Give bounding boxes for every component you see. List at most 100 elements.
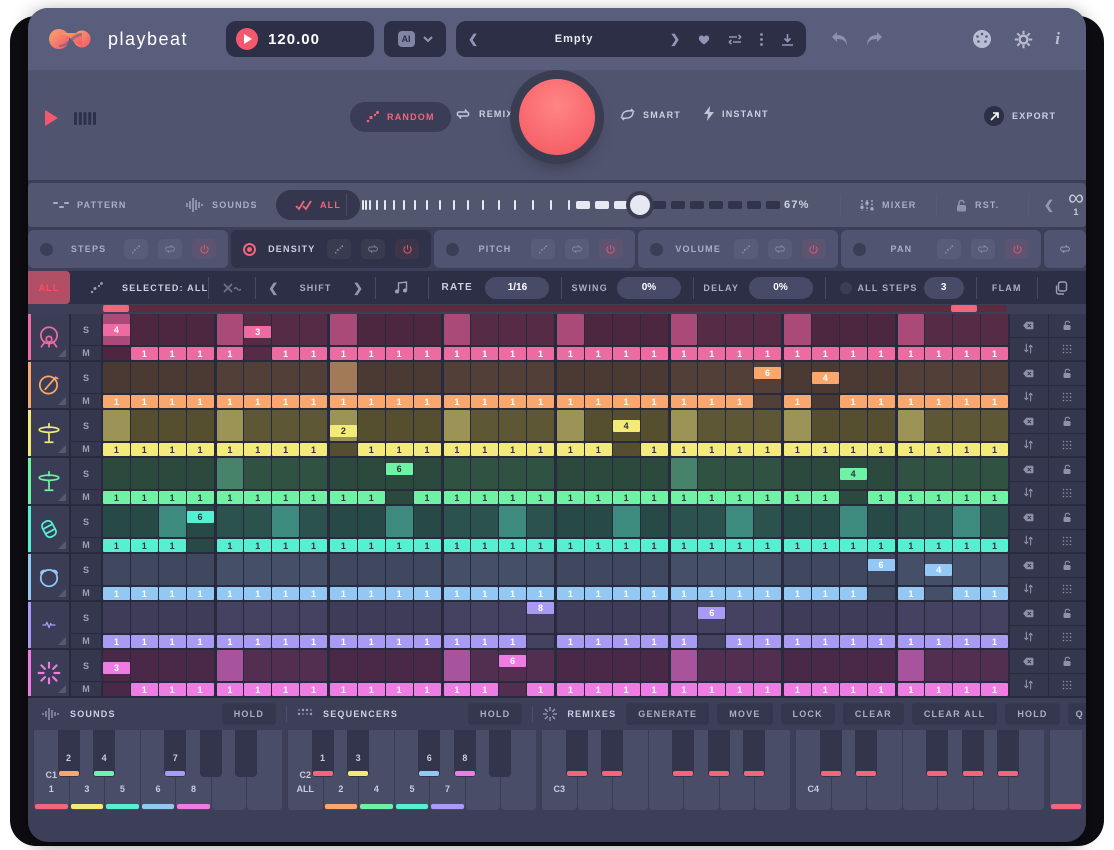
density-step-cell[interactable]	[330, 458, 357, 489]
piano-key-black[interactable]: 8	[454, 730, 476, 777]
density-step-cell[interactable]	[471, 650, 498, 681]
density-step-cell[interactable]	[330, 650, 357, 681]
random-preset-icon[interactable]	[728, 34, 742, 45]
mute-step-cell[interactable]: 1	[444, 683, 471, 696]
density-step-cell[interactable]	[527, 650, 554, 681]
density-step-cell[interactable]	[414, 506, 441, 537]
mute-step-cell[interactable]: 1	[613, 683, 640, 696]
mute-step-cell[interactable]	[868, 587, 895, 600]
density-step-cell[interactable]	[840, 410, 867, 441]
mute-step-cell[interactable]: 1	[557, 635, 584, 648]
mute-step-cell[interactable]	[330, 443, 357, 456]
density-step-cell[interactable]	[499, 602, 526, 633]
tab-power-icon[interactable]	[802, 239, 826, 259]
mute-step-cell[interactable]: 1	[300, 539, 327, 552]
tab-loop-icon[interactable]	[158, 239, 182, 259]
mute-step-cell[interactable]	[527, 635, 554, 648]
density-step-cell[interactable]	[187, 458, 214, 489]
mute-step-cell[interactable]: 1	[671, 443, 698, 456]
lock-track-icon[interactable]	[1049, 410, 1087, 433]
footer-button-clear-all[interactable]: CLEAR ALL	[912, 703, 997, 725]
density-step-cell[interactable]	[499, 314, 526, 345]
mute-step-cell[interactable]: 1	[557, 395, 584, 408]
all-steps-radio[interactable]	[840, 282, 852, 294]
mute-step-cell[interactable]: 1	[159, 587, 186, 600]
mute-step-cell[interactable]: 1	[981, 587, 1008, 600]
density-step-cell[interactable]	[444, 314, 471, 345]
density-step-cell[interactable]	[671, 410, 698, 441]
solo-button[interactable]: S	[71, 410, 101, 442]
density-step-cell[interactable]	[925, 602, 952, 633]
mute-step-cell[interactable]	[244, 347, 271, 360]
density-step-cell[interactable]: 4	[613, 410, 640, 441]
mute-step-cell[interactable]: 1	[300, 443, 327, 456]
density-step-cell[interactable]	[898, 506, 925, 537]
density-step-cell[interactable]	[641, 554, 668, 585]
mute-step-cell[interactable]: 1	[217, 539, 244, 552]
mute-step-cell[interactable]: 1	[868, 347, 895, 360]
mute-step-cell[interactable]: 1	[386, 683, 413, 696]
density-step-cell[interactable]	[244, 410, 271, 441]
mute-step-cell[interactable]: 1	[585, 635, 612, 648]
density-step-cell[interactable]	[444, 554, 471, 585]
mute-step-cell[interactable]: 1	[358, 683, 385, 696]
track-select-hihat-closed[interactable]	[28, 410, 69, 456]
density-step-cell[interactable]	[217, 410, 244, 441]
mute-step-cell[interactable]: 1	[244, 683, 271, 696]
step-value-badge[interactable]: 6	[868, 559, 895, 571]
density-step-cell[interactable]: 3	[103, 650, 130, 681]
density-step-cell[interactable]	[953, 362, 980, 393]
mute-step-cell[interactable]	[698, 635, 725, 648]
mute-step-cell[interactable]: 1	[527, 443, 554, 456]
density-step-cell[interactable]	[414, 410, 441, 441]
mute-step-cell[interactable]: 1	[953, 539, 980, 552]
mute-step-cell[interactable]: 1	[272, 635, 299, 648]
density-step-cell[interactable]	[527, 554, 554, 585]
track-select-tambourine[interactable]	[28, 554, 69, 600]
mute-step-cell[interactable]: 1	[131, 395, 158, 408]
mute-step-cell[interactable]: 1	[244, 587, 271, 600]
density-step-cell[interactable]	[784, 362, 811, 393]
density-step-cell[interactable]	[953, 458, 980, 489]
sounds-hold-button[interactable]: HOLD	[222, 703, 276, 725]
density-step-cell[interactable]	[698, 506, 725, 537]
density-step-cell[interactable]	[840, 650, 867, 681]
mute-step-cell[interactable]: 1	[527, 395, 554, 408]
density-step-cell[interactable]	[953, 554, 980, 585]
mute-step-cell[interactable]: 1	[925, 539, 952, 552]
mute-step-cell[interactable]: 1	[840, 443, 867, 456]
density-step-cell[interactable]: 6	[868, 554, 895, 585]
density-step-cell[interactable]	[726, 602, 753, 633]
mute-step-cell[interactable]: 1	[499, 587, 526, 600]
density-step-cell[interactable]	[925, 314, 952, 345]
mute-step-cell[interactable]: 1	[840, 587, 867, 600]
density-step-cell[interactable]	[444, 506, 471, 537]
tab-power-icon[interactable]	[1005, 239, 1029, 259]
density-step-cell[interactable]: 4	[840, 458, 867, 489]
info-icon[interactable]: i	[1055, 29, 1060, 49]
density-step-cell[interactable]	[244, 650, 271, 681]
mute-step-cell[interactable]: 1	[812, 539, 839, 552]
density-step-cell[interactable]	[358, 362, 385, 393]
mute-step-cell[interactable]: 1	[499, 347, 526, 360]
mute-step-cell[interactable]: 1	[244, 443, 271, 456]
mute-step-cell[interactable]	[499, 683, 526, 696]
density-step-cell[interactable]	[641, 458, 668, 489]
copy-icon[interactable]	[1038, 281, 1086, 295]
density-step-cell[interactable]	[103, 458, 130, 489]
density-step-cell[interactable]	[812, 458, 839, 489]
density-step-cell[interactable]: 6	[754, 362, 781, 393]
mute-step-cell[interactable]: 1	[698, 395, 725, 408]
density-step-cell[interactable]	[386, 602, 413, 633]
gear-icon[interactable]	[1014, 30, 1033, 49]
mute-step-cell[interactable]: 1	[187, 491, 214, 504]
density-step-cell[interactable]	[981, 362, 1008, 393]
mute-step-cell[interactable]: 1	[159, 395, 186, 408]
density-step-cell[interactable]	[784, 314, 811, 345]
solo-button[interactable]: S	[71, 362, 101, 394]
mute-step-cell[interactable]: 1	[103, 443, 130, 456]
mute-step-cell[interactable]: 1	[613, 347, 640, 360]
density-step-cell[interactable]	[471, 458, 498, 489]
clear-track-icon[interactable]	[1010, 506, 1048, 529]
mute-step-cell[interactable]: 1	[444, 347, 471, 360]
